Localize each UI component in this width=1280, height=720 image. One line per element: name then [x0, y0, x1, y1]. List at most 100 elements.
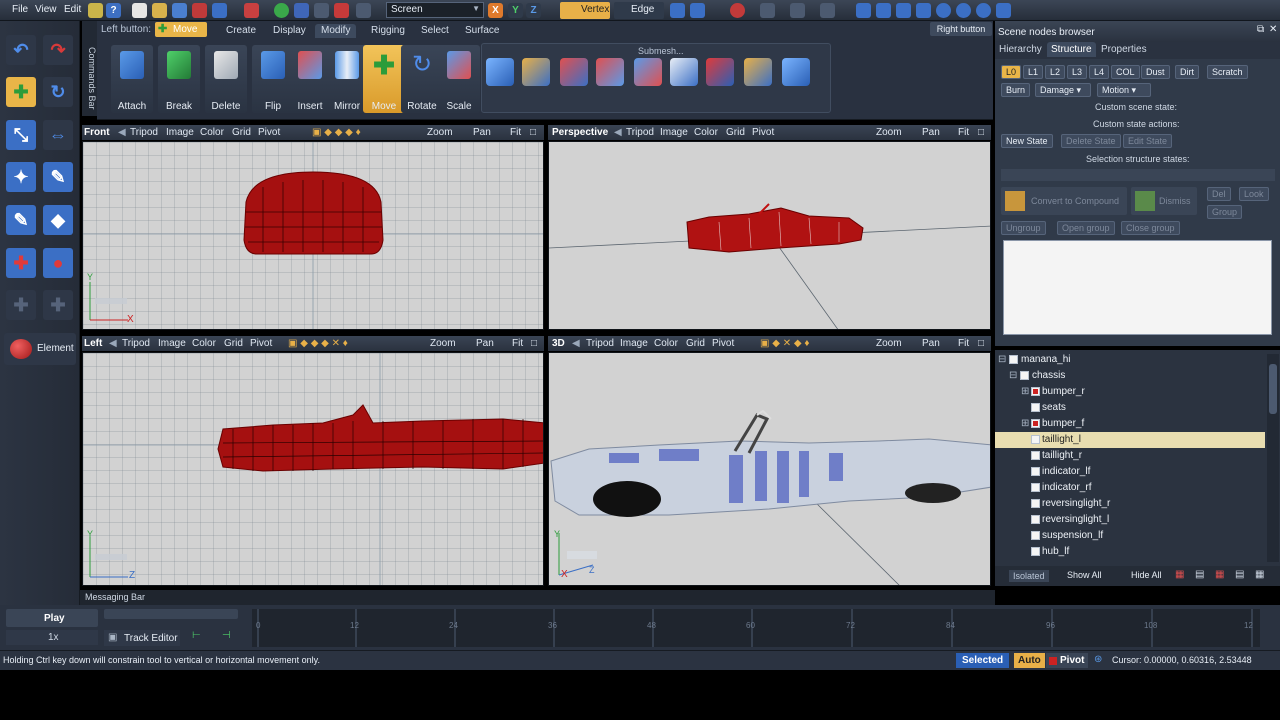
hide-all-button[interactable]: Hide All	[1131, 570, 1162, 580]
checkbox[interactable]	[1031, 499, 1040, 508]
material-icon[interactable]	[956, 3, 971, 18]
save-red-icon[interactable]	[192, 3, 207, 18]
burn-button[interactable]: Burn	[1001, 83, 1031, 97]
tree-row[interactable]: ⊟ chassis	[995, 368, 1265, 384]
3d-color-menu[interactable]: Color	[654, 338, 678, 349]
options-icon[interactable]: ▦	[1255, 569, 1264, 580]
face-mode-icon[interactable]	[670, 3, 685, 18]
submesh-grid-icon[interactable]	[782, 58, 810, 86]
persp-pan-button[interactable]: Pan	[922, 127, 940, 138]
checkbox[interactable]	[1009, 355, 1018, 364]
flip-button[interactable]: Flip	[252, 45, 294, 113]
left-display-icons[interactable]: ▣ ◆ ◆ ◆ ✕ ♦	[288, 338, 348, 349]
snap2-icon[interactable]	[790, 3, 805, 18]
poly-tool-icon[interactable]: ◆	[43, 205, 73, 235]
3d-viewport-title[interactable]: 3D	[552, 338, 565, 349]
delete-button[interactable]: Delete	[205, 45, 247, 113]
rotate-tool-icon[interactable]: ↻	[43, 77, 73, 107]
tab-select[interactable]: Select	[415, 24, 455, 38]
attach-button[interactable]: Attach	[111, 45, 153, 113]
lod-l1-button[interactable]: L1	[1023, 65, 1044, 79]
submesh-cut-icon[interactable]	[670, 58, 698, 86]
motion-dropdown[interactable]: Motion ▾	[1097, 83, 1151, 97]
box-icon[interactable]	[294, 3, 309, 18]
3d-pivot-menu[interactable]: Pivot	[712, 338, 734, 349]
frame-slider[interactable]	[104, 609, 238, 619]
key-remove-icon[interactable]: ⊣	[222, 630, 231, 641]
tree-row[interactable]: reversinglight_l	[995, 512, 1265, 528]
persp-tripod-menu[interactable]: Tripod	[626, 127, 654, 138]
history-icon[interactable]	[356, 3, 371, 18]
checkbox[interactable]	[1031, 467, 1040, 476]
front-fit-button[interactable]: Fit	[510, 127, 521, 138]
persp-color-menu[interactable]: Color	[694, 127, 718, 138]
isolated-button[interactable]: Isolated	[1009, 570, 1049, 582]
scratch-button[interactable]: Scratch	[1207, 65, 1248, 79]
restore-icon[interactable]: ⧉	[1257, 24, 1264, 35]
show-all-button[interactable]: Show All	[1067, 570, 1102, 580]
pivot-toggle[interactable]: Pivot	[1046, 653, 1089, 668]
scale-button[interactable]: Scale	[438, 45, 480, 113]
front-zoom-button[interactable]: Zoom	[427, 127, 453, 138]
move-tool-icon[interactable]: ✚	[6, 77, 36, 107]
play-button[interactable]: Play	[6, 609, 98, 627]
filter-icon[interactable]: ▦	[1175, 569, 1184, 580]
arrow-left-icon[interactable]: ◀	[572, 338, 580, 349]
tab-surface[interactable]: Surface	[459, 24, 505, 38]
persp-zoom-button[interactable]: Zoom	[876, 127, 902, 138]
checkbox[interactable]	[1031, 515, 1040, 524]
front-tripod-menu[interactable]: Tripod	[130, 127, 158, 138]
help-icon[interactable]: ?	[106, 3, 121, 18]
left-pivot-menu[interactable]: Pivot	[250, 338, 272, 349]
expand-icon[interactable]: ⊞	[1021, 386, 1029, 397]
maximize-icon[interactable]: □	[530, 127, 536, 138]
menu-edit[interactable]: Edit	[64, 4, 81, 15]
checkbox[interactable]	[1031, 403, 1040, 412]
edge-mode-button[interactable]: Edge	[614, 2, 664, 19]
submesh-weld-icon[interactable]	[706, 58, 734, 86]
front-viewport[interactable]: Y X	[82, 141, 544, 330]
magnet-icon[interactable]	[730, 3, 745, 18]
tree-row[interactable]: indicator_lf	[995, 464, 1265, 480]
3d-viewport[interactable]: Y Z X	[548, 352, 991, 586]
group-tool-icon[interactable]: ●	[43, 248, 73, 278]
poly-mode-icon[interactable]	[690, 3, 705, 18]
render-icon[interactable]	[896, 3, 911, 18]
tree-row-root[interactable]: ⊟ manana_hi	[995, 352, 1265, 368]
scale-tool-icon[interactable]: ⤡	[6, 120, 36, 150]
expand-icon[interactable]: ⊞	[1021, 418, 1029, 429]
tab-create[interactable]: Create	[220, 24, 262, 38]
checkbox[interactable]	[1031, 419, 1040, 428]
lod-col-button[interactable]: COL	[1111, 65, 1140, 79]
maximize-icon[interactable]: □	[978, 127, 984, 138]
front-pan-button[interactable]: Pan	[473, 127, 491, 138]
front-color-menu[interactable]: Color	[200, 127, 224, 138]
dismiss-button[interactable]: Dismiss	[1131, 187, 1197, 215]
selection-states-list[interactable]	[1001, 169, 1275, 181]
tab-structure[interactable]: Structure	[1047, 42, 1096, 57]
sphere-icon[interactable]	[936, 3, 951, 18]
tree-row[interactable]: suspension_lf	[995, 528, 1265, 544]
tree-row[interactable]: hub_lf	[995, 544, 1265, 560]
camera-icon[interactable]	[876, 3, 891, 18]
element-mode-button[interactable]: Element	[4, 333, 76, 365]
left-fit-button[interactable]: Fit	[512, 338, 523, 349]
export-icon[interactable]	[244, 3, 259, 18]
globe-icon[interactable]	[274, 3, 289, 18]
maximize-icon[interactable]: □	[978, 338, 984, 349]
left-zoom-button[interactable]: Zoom	[430, 338, 456, 349]
undo-small-icon[interactable]	[314, 3, 329, 18]
undo-icon[interactable]: ↶	[6, 35, 36, 65]
checkbox[interactable]	[1031, 387, 1040, 396]
expand-icon[interactable]: ⊟	[998, 354, 1006, 365]
submesh-extrude-icon[interactable]	[596, 58, 624, 86]
left-button-tool-badge[interactable]: ✚ Move	[155, 22, 207, 37]
dust-button[interactable]: Dust	[1141, 65, 1170, 79]
rotate-button[interactable]: ↻ Rotate	[401, 45, 443, 113]
3d-display-icons[interactable]: ▣ ◆ ✕ ◆ ♦	[760, 338, 809, 349]
3d-fit-button[interactable]: Fit	[958, 338, 969, 349]
scrollbar-thumb[interactable]	[1269, 364, 1277, 414]
left-grid-menu[interactable]: Grid	[224, 338, 243, 349]
key-add-icon[interactable]: ⊢	[192, 630, 201, 641]
3d-grid-menu[interactable]: Grid	[686, 338, 705, 349]
